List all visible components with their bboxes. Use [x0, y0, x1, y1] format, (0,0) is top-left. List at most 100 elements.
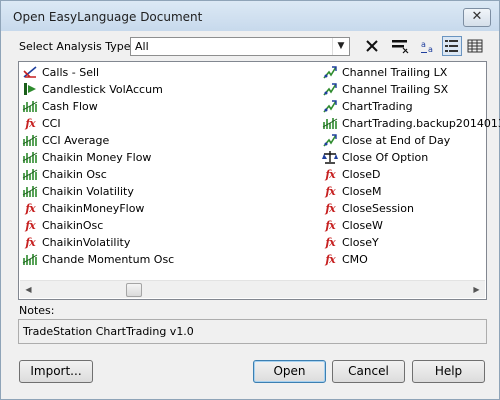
notes-label: Notes: [19, 304, 55, 317]
list-item-label: ChaikinVolatility [42, 235, 131, 249]
properties-icon [392, 40, 409, 54]
import-button[interactable]: Import... [19, 360, 93, 383]
strategy-icon [322, 81, 338, 97]
open-button[interactable]: Open [253, 360, 326, 383]
list-item-label: Channel Trailing LX [342, 65, 448, 79]
details-view-button[interactable] [465, 36, 485, 56]
list-item-label: CCI [42, 116, 61, 130]
list-item-label: CMO [342, 252, 368, 266]
list-item-label: Candlestick VolAccum [42, 82, 163, 96]
list-view-button[interactable] [442, 36, 462, 56]
chevron-down-icon[interactable]: ▼ [332, 38, 349, 55]
list-item-label: Close at End of Day [342, 133, 451, 147]
indicator-icon [22, 183, 38, 199]
cancel-button[interactable]: Cancel [332, 360, 405, 383]
function-icon: fx [325, 218, 335, 232]
list-item[interactable]: Candlestick VolAccum [22, 81, 163, 97]
list-item-label: CloseSession [342, 201, 414, 215]
list-item[interactable]: fx CloseD [322, 166, 380, 182]
list-item[interactable]: Channel Trailing LX [322, 64, 447, 80]
details-view-icon [467, 39, 483, 53]
delete-button[interactable] [362, 36, 382, 56]
list-item[interactable]: Chaikin Money Flow [22, 149, 151, 165]
function-icon: fx [25, 235, 35, 249]
list-view-icon [445, 40, 458, 52]
analysis-type-select[interactable]: All ▼ [130, 37, 350, 56]
list-item-label: ChartTrading.backup20140131 [342, 116, 500, 130]
help-button[interactable]: Help [412, 360, 485, 383]
list-item-label: ChartTrading [342, 99, 413, 113]
scroll-right-icon[interactable]: ▶ [468, 281, 485, 298]
close-button[interactable]: ✕ [463, 8, 491, 27]
list-item-label: CloseW [342, 218, 383, 232]
list-item[interactable]: Chande Momentum Osc [22, 251, 174, 267]
function-icon: fx [325, 167, 335, 181]
list-item[interactable]: Chaikin Volatility [22, 183, 134, 199]
list-item-label: CloseD [342, 167, 381, 181]
title-bar: Open EasyLanguage Document ✕ [1, 1, 499, 31]
list-item-label: Chaikin Volatility [42, 184, 134, 198]
list-item[interactable]: Calls - Sell [22, 64, 99, 80]
list-item[interactable]: fx ChaikinOsc [22, 217, 103, 233]
list-item-label: ChaikinMoneyFlow [42, 201, 145, 215]
list-item[interactable]: Close Of Option [322, 149, 428, 165]
option-function-icon [322, 149, 338, 165]
horizontal-scrollbar[interactable]: ◀ ▶ [20, 280, 485, 298]
properties-button[interactable] [390, 36, 410, 56]
small-icons-view-button[interactable]: aa [418, 36, 438, 56]
notes-text: TradeStation ChartTrading v1.0 [23, 325, 194, 338]
strategy-sell-icon [22, 64, 38, 80]
function-icon: fx [325, 184, 335, 198]
list-item[interactable]: Channel Trailing SX [322, 81, 448, 97]
indicator-icon [22, 166, 38, 182]
list-item[interactable]: fx CMO [322, 251, 368, 267]
list-item[interactable]: Chaikin Osc [22, 166, 107, 182]
window-title: Open EasyLanguage Document [13, 10, 203, 24]
delete-icon [366, 40, 378, 52]
function-icon: fx [25, 116, 35, 130]
open-easylanguage-dialog: Open EasyLanguage Document ✕ Select Anal… [0, 0, 500, 400]
indicator-icon [22, 132, 38, 148]
list-item[interactable]: fx CloseSession [322, 200, 414, 216]
list-item-label: Close Of Option [342, 150, 429, 164]
document-list[interactable]: Calls - Sell Candlestick VolAccum Cash Flo… [18, 61, 500, 300]
strategy-icon [322, 132, 338, 148]
function-icon: fx [25, 201, 35, 215]
scroll-thumb[interactable] [126, 283, 142, 297]
scroll-left-icon[interactable]: ◀ [20, 281, 37, 298]
function-icon: fx [325, 252, 335, 266]
showme-icon [22, 81, 38, 97]
list-item-label: ChaikinOsc [42, 218, 104, 232]
notes-field: TradeStation ChartTrading v1.0 [18, 319, 487, 344]
list-item[interactable]: fx CloseM [322, 183, 381, 199]
list-item-label: Chaikin Osc [42, 167, 107, 181]
indicator-icon [22, 251, 38, 267]
list-item-label: Cash Flow [42, 99, 98, 113]
list-item[interactable]: CCI Average [22, 132, 109, 148]
analysis-type-label: Select Analysis Type: [19, 40, 135, 53]
list-item[interactable]: Close at End of Day [322, 132, 450, 148]
list-item-label: Chaikin Money Flow [42, 150, 152, 164]
list-item[interactable]: fx CloseW [322, 217, 383, 233]
list-item[interactable]: fx CloseY [322, 234, 378, 250]
strategy-icon [322, 64, 338, 80]
indicator-icon [322, 115, 338, 131]
function-icon: fx [325, 235, 335, 249]
list-item-label: Calls - Sell [42, 65, 100, 79]
svg-text:a: a [428, 45, 433, 54]
small-icons-view-icon: aa [421, 40, 433, 54]
list-item[interactable]: ChartTrading.backup20140131 [322, 115, 500, 131]
list-item[interactable]: ChartTrading [322, 98, 413, 114]
list-item-label: CloseM [342, 184, 382, 198]
strategy-icon [322, 98, 338, 114]
function-icon: fx [325, 201, 335, 215]
list-item[interactable]: fx CCI [22, 115, 61, 131]
list-item[interactable]: Cash Flow [22, 98, 98, 114]
svg-text:a: a [421, 40, 426, 49]
list-item[interactable]: fx ChaikinVolatility [22, 234, 130, 250]
list-item-label: Channel Trailing SX [342, 82, 449, 96]
indicator-icon [22, 98, 38, 114]
list-item-label: CCI Average [42, 133, 110, 147]
list-item-label: Chande Momentum Osc [42, 252, 175, 266]
list-item[interactable]: fx ChaikinMoneyFlow [22, 200, 144, 216]
